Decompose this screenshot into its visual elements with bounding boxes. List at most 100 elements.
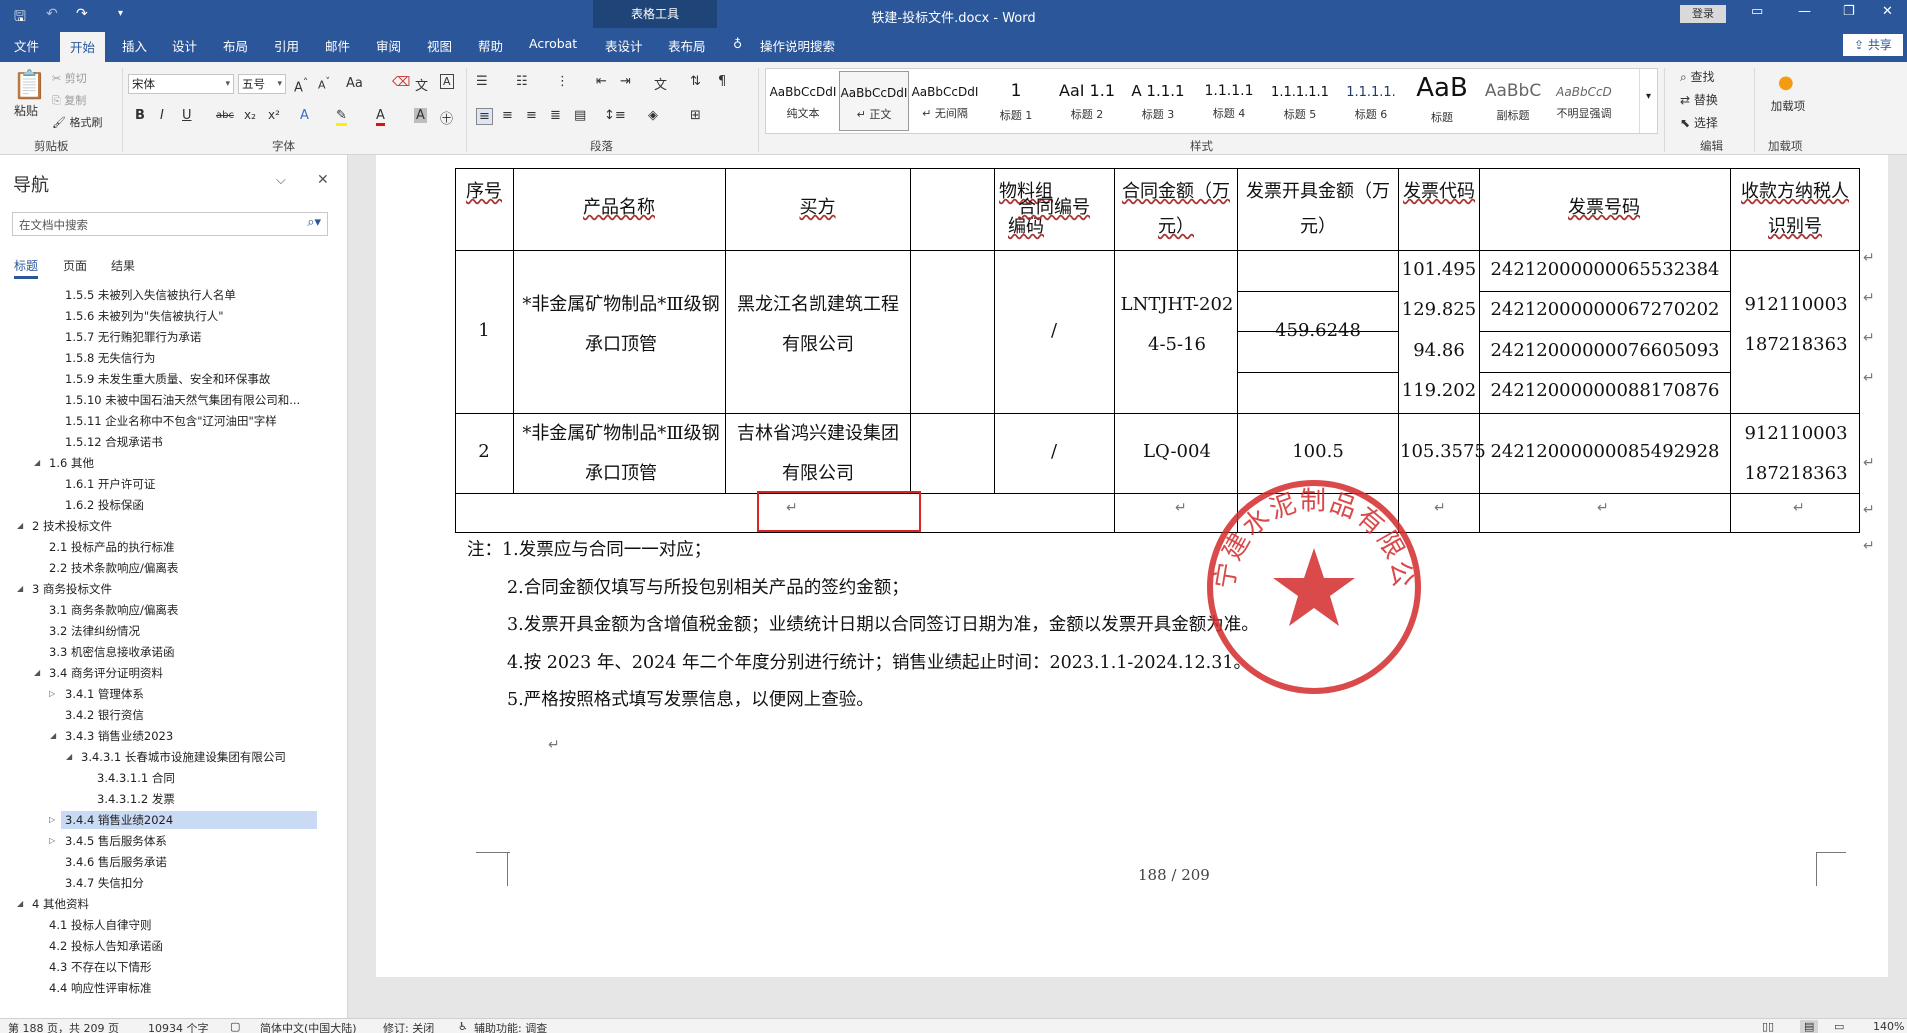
nav-heading-item[interactable]: 4.3 不存在以下情形 (49, 959, 151, 975)
redo-icon[interactable]: ↷ (76, 6, 88, 22)
maximize-icon[interactable]: ❐ (1843, 4, 1855, 19)
nav-heading-item[interactable]: 1.5.6 未被列为"失信被执行人" (65, 308, 224, 324)
nav-heading-item[interactable]: 2.1 投标产品的执行标准 (49, 539, 174, 555)
expand-triangle-icon[interactable]: ▷ (49, 815, 55, 824)
addins-icon[interactable]: ● (1778, 72, 1794, 93)
tab-references[interactable]: 引用 (274, 36, 299, 55)
cell-row2-invoice-amount[interactable]: 105.3575 (1400, 436, 1486, 468)
tab-acrobat[interactable]: Acrobat (529, 36, 577, 51)
style-heading-5[interactable]: 1.1.1.1.1 标题 5 (1265, 71, 1335, 131)
underline-icon[interactable]: U (182, 108, 192, 123)
minimize-icon[interactable]: — (1798, 4, 1811, 19)
header-cell-buyer[interactable]: 买方 (727, 192, 908, 224)
font-name-dropdown[interactable]: 宋体 (128, 74, 234, 94)
align-right-icon[interactable]: ≡ (526, 108, 537, 123)
show-marks-icon[interactable]: ¶ (718, 74, 726, 89)
tab-results[interactable]: 结果 (111, 257, 135, 274)
tab-file[interactable]: 文件 (14, 36, 39, 55)
nav-heading-item[interactable]: 1.6.2 投标保函 (65, 497, 144, 513)
find-button[interactable]: ⌕ 查找 (1680, 68, 1715, 85)
increase-indent-icon[interactable]: ⇥ (620, 74, 631, 89)
tab-home[interactable]: 开始 (60, 32, 106, 62)
cell-row1-invoice-no[interactable]: 24212000000067270202 (1481, 294, 1729, 326)
print-layout-icon[interactable]: ▤ (1800, 1020, 1819, 1033)
cell-row1-taxid[interactable]: 912110003187218363 (1739, 285, 1853, 365)
paste-button[interactable]: 粘贴 (14, 102, 38, 119)
cell-row2-no[interactable]: 2 (457, 436, 511, 468)
undo-icon[interactable]: ↶ (46, 6, 58, 22)
nav-heading-item[interactable]: 1.5.12 合规承诺书 (65, 434, 163, 450)
nav-heading-item[interactable]: 3.4.3.1 长春城市设施建设集团有限公司 (81, 749, 286, 765)
collapse-triangle-icon[interactable]: ◢ (34, 458, 40, 467)
font-size-dropdown[interactable]: 五号 (238, 74, 286, 94)
paste-icon[interactable]: 📋 (12, 68, 47, 101)
nav-heading-item[interactable]: 3.4.1 管理体系 (65, 686, 144, 702)
subscript-icon[interactable]: x₂ (244, 108, 256, 122)
cell-row1-invoice-amount[interactable]: 94.86 (1400, 335, 1478, 367)
nav-heading-item[interactable]: 3.4.7 失信扣分 (65, 875, 144, 891)
style-subtitle[interactable]: AaBbC 副标题 (1478, 71, 1548, 131)
close-icon[interactable]: ✕ (1882, 4, 1893, 19)
sort-icon[interactable]: ⇅ (690, 74, 701, 89)
expand-triangle-icon[interactable]: ▷ (49, 836, 55, 845)
style-heading-1[interactable]: 1 标题 1 (981, 71, 1051, 131)
tell-me-search[interactable]: 操作说明搜索 (760, 36, 835, 55)
character-shading-icon[interactable]: A (414, 108, 427, 123)
note-line-1[interactable]: 注：1.发票应与合同一一对应； (467, 536, 711, 561)
tab-design[interactable]: 设计 (172, 36, 197, 55)
cell-row2-buyer[interactable]: 吉林省鸿兴建设集团有限公司 (730, 414, 906, 494)
bullets-icon[interactable]: ☰ (476, 74, 488, 89)
cell-row1-invoice-no[interactable]: 24212000000076605093 (1481, 335, 1729, 367)
share-button[interactable]: ⇪ 共享 (1843, 34, 1903, 56)
tab-headings[interactable]: 标题 (14, 257, 39, 279)
cell-row1-buyer[interactable]: 黑龙江名凯建筑工程有限公司 (730, 285, 906, 365)
note-line-5[interactable]: 5.严格按照格式填写发票信息，以便网上查验。 (507, 686, 874, 711)
style-subtle-emphasis[interactable]: AaBbCcD 不明显强调 (1549, 71, 1619, 131)
tab-table-design[interactable]: 表设计 (605, 36, 643, 55)
justify-icon[interactable]: ≣ (550, 108, 561, 123)
cell-row1-no[interactable]: 1 (457, 315, 511, 347)
collapse-triangle-icon[interactable]: ◢ (17, 899, 23, 908)
cell-row2-product[interactable]: *非金属矿物制品*Ⅲ级钢承口顶管 (519, 414, 723, 494)
chinese-layout-icon[interactable]: 文 (654, 74, 667, 93)
cell-row2-invoice-no[interactable]: 24212000000085492928 (1481, 436, 1729, 468)
nav-heading-item[interactable]: 1.6.1 开户许可证 (65, 476, 155, 492)
customize-qat-icon[interactable]: ▾ (118, 8, 123, 19)
style-no-spacing[interactable]: AaBbCcDdI ↵ 无间隔 (910, 71, 980, 131)
collapse-triangle-icon[interactable]: ◢ (50, 731, 56, 740)
note-line-4[interactable]: 4.按 2023 年、2024 年二个年度分别进行统计；销售业绩起止时间：202… (507, 649, 1251, 674)
collapse-triangle-icon[interactable]: ◢ (34, 668, 40, 677)
select-button[interactable]: ⬉ 选择 (1680, 114, 1718, 131)
nav-heading-item[interactable]: 4 其他资料 (32, 896, 89, 912)
nav-options-icon[interactable]: ⌵ (276, 173, 286, 188)
style-title[interactable]: AaB 标题 (1407, 71, 1477, 131)
tab-pages[interactable]: 页面 (63, 257, 87, 274)
addins-button[interactable]: 加载项 (1768, 100, 1808, 113)
enclose-characters-icon[interactable]: ㊉ (440, 108, 453, 127)
align-left-icon[interactable]: ≡ (476, 108, 493, 125)
tab-view[interactable]: 视图 (427, 36, 452, 55)
align-center-icon[interactable]: ≡ (502, 108, 513, 123)
font-color-icon[interactable]: A (376, 108, 385, 126)
nav-heading-item[interactable]: 1.6 其他 (49, 455, 94, 471)
nav-heading-item[interactable]: 3.4.2 银行资信 (65, 707, 144, 723)
cut-button[interactable]: ✂ 剪切 (52, 70, 87, 86)
grow-font-icon[interactable]: A˄ (294, 76, 308, 95)
header-cell-contract[interactable]: 合同编号 (996, 192, 1112, 224)
replace-button[interactable]: ⇄ 替换 (1680, 91, 1718, 108)
proofing-icon[interactable]: ▢ (230, 1020, 240, 1033)
nav-heading-item[interactable]: 4.1 投标人自律守则 (49, 917, 151, 933)
tab-review[interactable]: 审阅 (376, 36, 401, 55)
cell-row1-invoice-amount[interactable]: 101.495 (1400, 254, 1478, 286)
nav-heading-item[interactable]: 3.4 商务评分证明资料 (49, 665, 163, 681)
vertical-scrollbar[interactable] (1888, 155, 1907, 1018)
nav-heading-item[interactable]: 1.5.11 企业名称中不包含"辽河油田"字样 (65, 413, 277, 429)
header-cell-invoice-amount[interactable]: 发票开具金额（万元） (1241, 174, 1395, 244)
header-cell-product[interactable]: 产品名称 (515, 192, 723, 224)
cell-row2-taxid[interactable]: 912110003187218363 (1739, 414, 1853, 494)
tab-insert[interactable]: 插入 (122, 36, 147, 55)
nav-heading-item[interactable]: 3.4.3 销售业绩2023 (65, 728, 173, 744)
save-icon[interactable]: 🖫 (14, 6, 26, 30)
tab-table-layout[interactable]: 表布局 (668, 36, 706, 55)
cell-row2-contract[interactable]: LQ-004 (1119, 436, 1235, 468)
